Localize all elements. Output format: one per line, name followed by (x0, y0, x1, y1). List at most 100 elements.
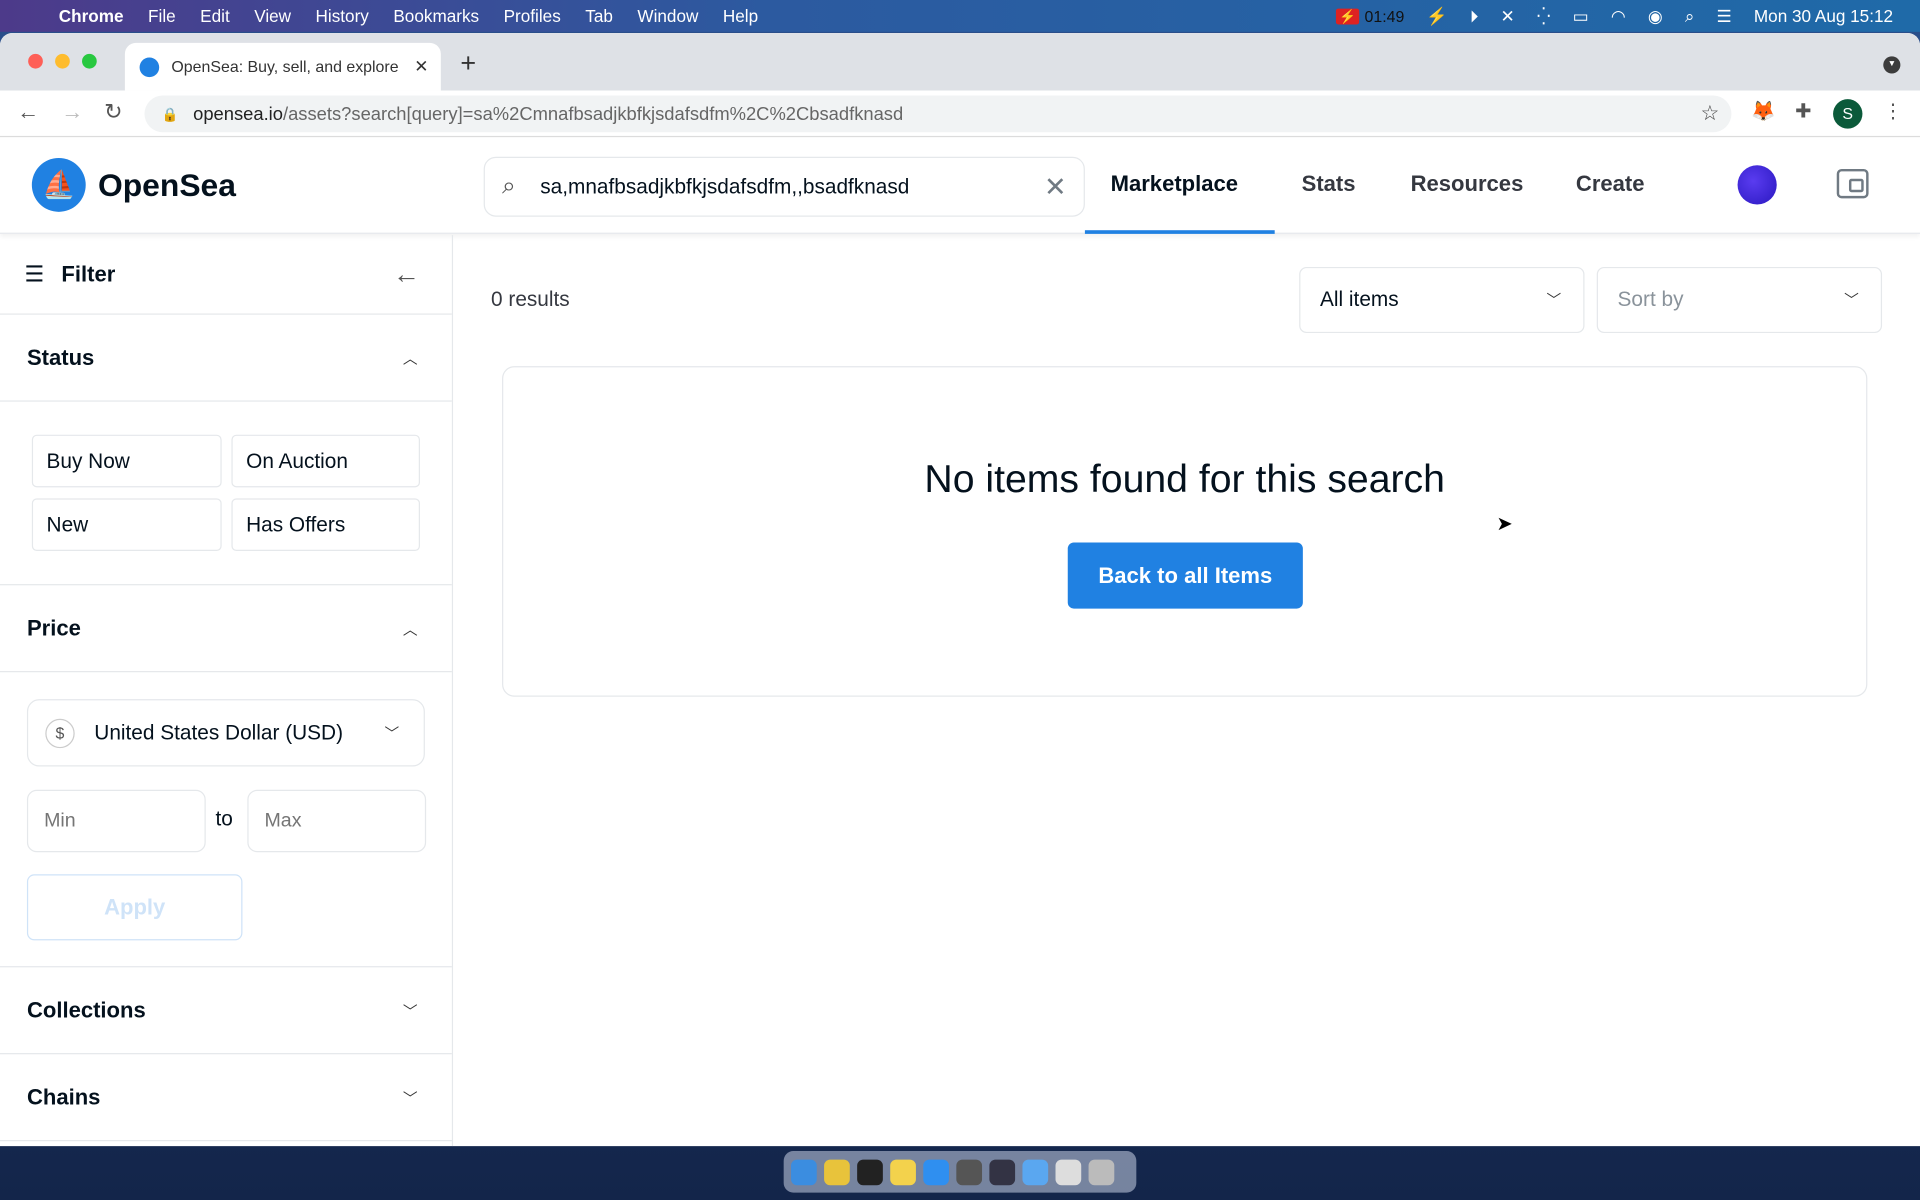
nav-stats[interactable]: Stats (1302, 171, 1356, 197)
status-section-header[interactable]: Status ︿ (0, 315, 452, 402)
trash-icon[interactable] (1088, 1158, 1115, 1185)
to-label: to (215, 806, 233, 831)
screen-recorder-icon[interactable]: ⚡ (1335, 7, 1360, 24)
chains-title: Chains (26, 1084, 101, 1109)
currency-value: United States Dollar (USD) (94, 720, 344, 744)
results-area: 0 results All items ﹀ Sort by ﹀ No items f… (454, 235, 1920, 1146)
play-icon[interactable]: ⏵ (1470, 6, 1479, 27)
filter-header: ☰ Filter ← (0, 235, 452, 315)
notes-icon[interactable] (890, 1158, 916, 1185)
price-title: Price (26, 615, 81, 640)
menu-profiles[interactable]: Profiles (504, 6, 561, 26)
reload-icon[interactable]: ↻ (104, 99, 122, 125)
menu-app-name[interactable]: Chrome (59, 6, 124, 26)
collapse-sidebar-icon[interactable]: ← (393, 258, 420, 290)
lock-icon[interactable]: 🔒 (162, 106, 179, 122)
search-input[interactable]: ⌕ sa,mnafbsadjkbfkjsdafsdfm,,bsadfknasd … (483, 156, 1085, 217)
chevron-down-icon: ﹀ (402, 1002, 418, 1020)
chevron-down-icon: ﹀ (1546, 291, 1562, 309)
items-filter-select[interactable]: All items ﹀ (1299, 266, 1585, 334)
user-avatar[interactable] (1737, 165, 1777, 205)
tab-search-icon[interactable]: ▼ (1883, 56, 1901, 74)
user-icon[interactable]: ◉ (1648, 6, 1663, 27)
wifi-icon[interactable]: ◠ (1611, 6, 1626, 27)
nav-marketplace[interactable]: Marketplace (1111, 171, 1238, 197)
opensea-logo-icon[interactable]: ⛵ (31, 157, 86, 212)
status-options: Buy Now On Auction New Has Offers (0, 402, 452, 586)
tab-bar: OpenSea: Buy, sell, and explore ✕ + ▼ (0, 33, 1920, 91)
new-tab-button[interactable]: + (460, 48, 476, 80)
status-has-offers[interactable]: Has Offers (231, 498, 421, 552)
menu-clock[interactable]: Mon 30 Aug 15:12 (1754, 6, 1893, 26)
price-max-input[interactable] (247, 789, 427, 853)
bookmark-star-icon[interactable]: ☆ (1701, 102, 1720, 126)
nav-resources[interactable]: Resources (1411, 171, 1524, 197)
empty-state-message: No items found for this search (924, 456, 1445, 501)
chrome-menu-icon[interactable]: ⋮ (1883, 99, 1903, 123)
opensea-favicon (139, 56, 160, 77)
back-icon[interactable]: ← (17, 99, 39, 125)
recorder-time: 01:49 (1364, 6, 1405, 26)
filter-title: Filter (61, 261, 116, 286)
minimize-window-button[interactable] (55, 53, 70, 69)
menu-history[interactable]: History (316, 6, 369, 26)
menu-edit[interactable]: Edit (200, 6, 230, 26)
back-to-all-items-button[interactable]: Back to all Items (1067, 542, 1303, 609)
extensions-puzzle-icon[interactable]: ✚ (1795, 99, 1811, 123)
nav-create[interactable]: Create (1576, 171, 1645, 197)
menu-view[interactable]: View (254, 6, 291, 26)
menu-help[interactable]: Help (723, 6, 758, 26)
profile-avatar[interactable]: S (1833, 99, 1863, 129)
search-query[interactable]: sa,mnafbsadjkbfkjsdafsdfm,,bsadfknasd (540, 174, 909, 198)
clear-search-icon[interactable]: ✕ (1044, 171, 1067, 203)
chevron-up-icon: ︿ (402, 349, 418, 367)
dots-icon[interactable]: ⁛ (1537, 6, 1551, 27)
address-bar[interactable]: 🔒 opensea.io/assets?search[query]=sa%2Cm… (144, 95, 1732, 133)
chevron-down-icon: ﹀ (1844, 291, 1859, 309)
chrome-icon[interactable] (824, 1158, 850, 1185)
metamask-extension-icon[interactable]: 🦊 (1751, 99, 1775, 123)
document-icon[interactable] (1055, 1158, 1082, 1185)
close-window-button[interactable] (28, 53, 43, 69)
bluetooth-off-icon[interactable]: ✕ (1500, 6, 1514, 27)
menu-file[interactable]: File (148, 6, 176, 26)
collections-title: Collections (26, 997, 146, 1022)
terminal-icon[interactable] (857, 1158, 883, 1185)
browser-tab[interactable]: OpenSea: Buy, sell, and explore ✕ (124, 42, 441, 91)
bolt-icon[interactable]: ⚡ (1426, 6, 1447, 27)
mouse-pointer-icon: ➤ (1496, 514, 1513, 536)
chains-section-header[interactable]: Chains ﹀ (0, 1054, 452, 1142)
dollar-icon: $ (45, 718, 75, 748)
status-new[interactable]: New (31, 498, 222, 552)
empty-state-card: No items found for this search Back to a… (502, 366, 1868, 697)
apply-button[interactable]: Apply (26, 874, 243, 941)
battery-icon[interactable]: ▭ (1573, 6, 1589, 27)
brand-name[interactable]: OpenSea (98, 167, 236, 205)
filter-icon: ☰ (24, 261, 45, 286)
wallet-icon[interactable] (1836, 168, 1869, 199)
close-tab-icon[interactable]: ✕ (414, 56, 428, 77)
zoom-window-button[interactable] (82, 53, 97, 69)
sort-by-select[interactable]: Sort by ﹀ (1596, 266, 1883, 334)
app-icon[interactable] (989, 1158, 1016, 1185)
menu-window[interactable]: Window (637, 6, 698, 26)
macos-dock (783, 1151, 1137, 1193)
price-min-input[interactable] (26, 789, 206, 853)
currency-select[interactable]: $ United States Dollar (USD) ﹀ (26, 699, 425, 767)
status-on-auction[interactable]: On Auction (231, 434, 421, 488)
spotlight-search-icon[interactable]: ⌕ (1685, 6, 1695, 27)
collections-section-header[interactable]: Collections ﹀ (0, 967, 452, 1055)
quicktime-icon[interactable] (956, 1158, 983, 1185)
menu-tab[interactable]: Tab (585, 6, 613, 26)
price-section-header[interactable]: Price ︿ (0, 585, 452, 673)
status-buy-now[interactable]: Buy Now (31, 434, 222, 488)
safari-icon[interactable] (923, 1158, 949, 1185)
items-filter-value: All items (1320, 287, 1399, 312)
finder-icon[interactable] (791, 1158, 817, 1185)
menu-bookmarks[interactable]: Bookmarks (393, 6, 479, 26)
sort-by-placeholder: Sort by (1617, 287, 1684, 312)
control-center-icon[interactable]: ☰ (1716, 6, 1731, 27)
forward-icon[interactable]: → (61, 99, 83, 125)
chevron-up-icon: ︿ (402, 620, 418, 638)
folder-icon[interactable] (1022, 1158, 1049, 1185)
